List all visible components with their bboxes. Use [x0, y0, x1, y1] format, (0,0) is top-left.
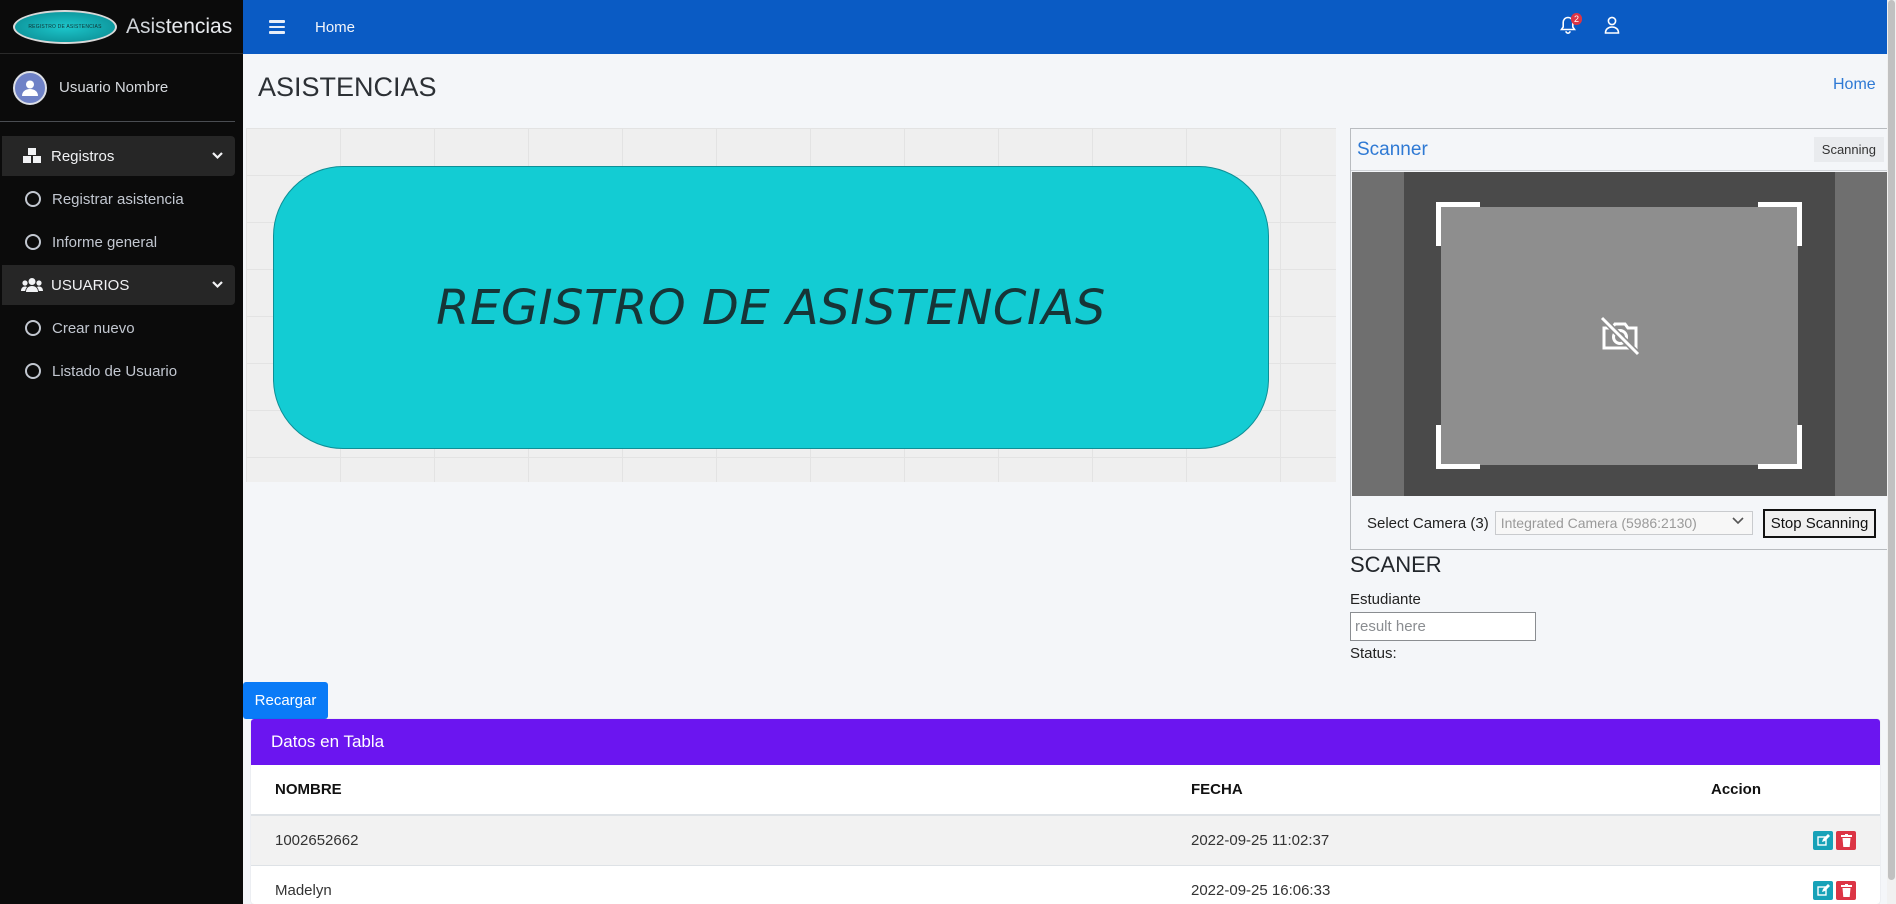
scaner-heading: SCANER	[1350, 552, 1442, 577]
scanner-panel: Scanner Scanning Select Camera (3) Integ…	[1350, 128, 1888, 550]
page-title: ASISTENCIAS	[258, 72, 437, 102]
data-table: NOMBRE FECHA Accion 1002652662 2022-09-2…	[251, 765, 1880, 904]
user-avatar-icon	[22, 80, 38, 96]
cell-fecha: 2022-09-25 11:02:37	[1191, 814, 1711, 865]
scan-corner	[1436, 202, 1480, 246]
cell-actions	[1711, 814, 1880, 865]
reload-button[interactable]: Recargar	[243, 682, 328, 719]
banner-text: REGISTRO DE ASISTENCIAS	[436, 279, 1106, 336]
circle-icon	[22, 191, 44, 207]
sidebar-item-usuarios[interactable]: USUARIOS	[2, 265, 235, 305]
sidebar-item-label: USUARIOS	[51, 276, 130, 294]
sidebar-item-listado-de-usuario[interactable]: Listado de Usuario	[0, 351, 235, 391]
sidebar-item-registros[interactable]: Registros	[2, 136, 235, 176]
table-row: Madelyn 2022-09-25 16:06:33	[251, 864, 1880, 904]
sidebar-item-label: Informe general	[52, 233, 158, 251]
cell-actions	[1711, 864, 1880, 904]
data-table-card: Datos en Tabla NOMBRE FECHA Accion 10026…	[251, 719, 1880, 904]
column-header-fecha[interactable]: FECHA	[1191, 765, 1711, 816]
hamburger-menu-icon[interactable]	[269, 17, 285, 37]
camera-select-row: Select Camera (3) Integrated Camera (598…	[1351, 508, 1887, 538]
table-row: 1002652662 2022-09-25 11:02:37	[251, 814, 1880, 865]
brand-logo: REGISTRO DE ASISTENCIAS	[13, 9, 117, 44]
scan-corner	[1758, 425, 1802, 469]
status-label: Status:	[1350, 645, 1397, 662]
scrollbar-thumb[interactable]	[1888, 0, 1895, 880]
scanner-title: Scanner	[1357, 138, 1428, 160]
sidebar-item-label: Crear nuevo	[52, 319, 135, 337]
circle-icon	[22, 363, 44, 379]
table-title: Datos en Tabla	[251, 719, 1880, 765]
sidebar-item-label: Registros	[51, 147, 115, 165]
camera-select-value: Integrated Camera (5986:2130)	[1500, 515, 1697, 531]
nav-home-link[interactable]: Home	[315, 19, 355, 36]
cell-nombre: Madelyn	[251, 864, 1191, 904]
camera-preview	[1352, 172, 1887, 496]
sidebar-item-crear-nuevo[interactable]: Crear nuevo	[0, 308, 235, 348]
notifications-badge: 2	[1571, 13, 1583, 25]
sidebar-item-label: Listado de Usuario	[52, 362, 178, 380]
column-header-nombre[interactable]: NOMBRE	[251, 765, 1191, 816]
page-scrollbar[interactable]	[1887, 0, 1896, 904]
column-header-accion: Accion	[1711, 765, 1880, 816]
table-header-row: NOMBRE FECHA Accion	[251, 765, 1880, 816]
scan-corner	[1436, 425, 1480, 469]
chevron-down-icon	[212, 149, 223, 163]
student-label: Estudiante	[1350, 591, 1421, 608]
result-input[interactable]	[1350, 612, 1536, 641]
scan-corner	[1758, 202, 1802, 246]
camera-select-label: Select Camera (3)	[1367, 514, 1489, 532]
circle-icon	[22, 320, 44, 336]
edit-icon[interactable]	[1813, 830, 1833, 850]
avatar	[13, 70, 47, 105]
user-name: Usuario Nombre	[59, 79, 169, 96]
cell-fecha: 2022-09-25 16:06:33	[1191, 864, 1711, 904]
trash-icon[interactable]	[1836, 830, 1856, 850]
stop-scanning-button[interactable]: Stop Scanning	[1762, 508, 1877, 538]
edit-icon[interactable]	[1813, 880, 1833, 900]
cubes-icon	[21, 148, 43, 164]
user-menu-icon[interactable]	[1604, 16, 1620, 39]
sidebar-item-label: Registrar asistencia	[52, 190, 184, 208]
chevron-down-icon	[1732, 516, 1744, 528]
brand-name: Asistencias	[126, 14, 233, 38]
circle-icon	[22, 234, 44, 250]
scanner-header: Scanner Scanning	[1351, 129, 1887, 171]
camera-select[interactable]: Integrated Camera (5986:2130)	[1494, 511, 1753, 535]
chevron-down-icon	[212, 278, 223, 292]
user-panel[interactable]: Usuario Nombre	[0, 54, 235, 122]
sidebar-item-registrar-asistencia[interactable]: Registrar asistencia	[0, 179, 235, 219]
cell-nombre: 1002652662	[251, 814, 1191, 865]
trash-icon[interactable]	[1836, 880, 1856, 900]
scanner-status: Scanning	[1813, 137, 1884, 162]
brand-link[interactable]: REGISTRO DE ASISTENCIAS Asistencias	[0, 0, 243, 54]
breadcrumb-home[interactable]: Home	[1833, 76, 1876, 94]
sidebar-nav: Registros Registrar asistencia Informe g…	[0, 122, 243, 391]
users-icon	[21, 277, 43, 293]
camera-off-icon	[1598, 314, 1642, 363]
sidebar-item-informe-general[interactable]: Informe general	[0, 222, 235, 262]
banner: REGISTRO DE ASISTENCIAS	[273, 166, 1269, 449]
top-navbar: Home	[243, 0, 1896, 54]
sidebar: REGISTRO DE ASISTENCIAS Asistencias Usua…	[0, 0, 243, 904]
